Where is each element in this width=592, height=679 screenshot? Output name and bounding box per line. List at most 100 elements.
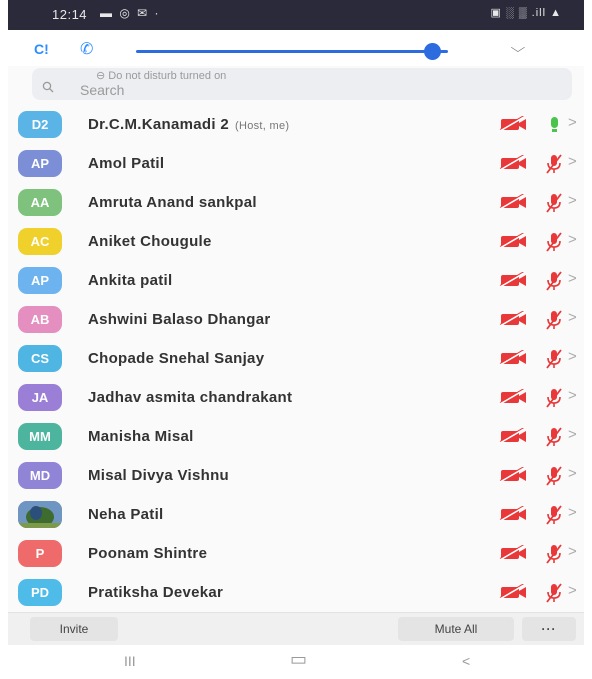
bottom-action-bar: Invite Mute All ··· <box>8 612 584 645</box>
mic-muted-icon <box>544 192 564 219</box>
chevron-right-icon[interactable]: > <box>568 465 577 482</box>
chevron-right-icon[interactable]: > <box>568 231 577 248</box>
mute-all-button[interactable]: Mute All <box>398 617 514 641</box>
recents-button[interactable]: III <box>124 653 136 669</box>
avatar: AP <box>18 150 62 177</box>
chevron-right-icon[interactable]: > <box>568 582 577 599</box>
participant-name: Ankita patil <box>88 272 172 289</box>
participant-row[interactable]: AP Amol Patil > <box>8 144 584 183</box>
participant-name-text: Ashwini Balaso Dhangar <box>88 311 271 328</box>
chevron-right-icon[interactable]: > <box>568 348 577 365</box>
participant-row[interactable]: P Poonam Shintre > <box>8 534 584 573</box>
participant-row[interactable]: MD Misal Divya Vishnu > <box>8 456 584 495</box>
participant-name-text: Amol Patil <box>88 155 165 172</box>
video-off-icon <box>498 232 528 254</box>
search-input[interactable] <box>80 82 280 98</box>
participant-row[interactable]: PD Pratiksha Devekar > <box>8 573 584 612</box>
video-off-icon <box>498 193 528 215</box>
home-button[interactable]: ▭ <box>290 649 307 670</box>
participant-name-text: Neha Patil <box>88 506 164 523</box>
avatar: AC <box>18 228 62 255</box>
participant-row[interactable]: AA Amruta Anand sankpal > <box>8 183 584 222</box>
mic-muted-icon <box>544 348 564 375</box>
mic-muted-icon <box>544 582 564 609</box>
notification-icons: ▬ ◎ ✉ · <box>100 6 161 20</box>
back-button[interactable]: < <box>462 653 470 669</box>
chevron-right-icon[interactable]: > <box>568 426 577 443</box>
chevron-right-icon[interactable]: > <box>568 114 577 131</box>
participant-row[interactable]: D2 Dr.C.M.Kanamadi 2 (Host, me) > <box>8 105 584 144</box>
participant-name: Manisha Misal <box>88 428 194 445</box>
avatar-photo <box>18 501 62 528</box>
phone-icon: ✆ <box>80 41 94 58</box>
participant-name-text: Manisha Misal <box>88 428 194 445</box>
participant-name: Chopade Snehal Sanjay <box>88 350 264 367</box>
participant-name-text: Pratiksha Devekar <box>88 584 224 601</box>
notification-shade[interactable]: C! ✆ ⌵ <box>8 30 584 66</box>
participant-name: Amruta Anand sankpal <box>88 194 257 211</box>
host-tag: (Host, me) <box>234 120 290 132</box>
video-off-icon <box>498 427 528 449</box>
participant-row[interactable]: Neha Patil > <box>8 495 584 534</box>
participant-row[interactable]: AC Aniket Chougule > <box>8 222 584 261</box>
participant-row[interactable]: JA Jadhav asmita chandrakant > <box>8 378 584 417</box>
video-off-icon <box>498 544 528 566</box>
mic-muted-icon <box>544 504 564 531</box>
participant-name-text: Dr.C.M.Kanamadi 2 <box>88 116 229 133</box>
avatar: AA <box>18 189 62 216</box>
avatar: CS <box>18 345 62 372</box>
chevron-right-icon[interactable]: > <box>568 270 577 287</box>
participant-name: Amol Patil <box>88 155 164 172</box>
video-off-icon <box>498 349 528 371</box>
avatar: MM <box>18 423 62 450</box>
brightness-slider-track[interactable] <box>136 50 448 53</box>
brightness-slider-thumb[interactable] <box>424 43 441 60</box>
participant-row[interactable]: MM Manisha Misal > <box>8 417 584 456</box>
search-icon <box>42 81 56 96</box>
avatar: AB <box>18 306 62 333</box>
chevron-right-icon[interactable]: > <box>568 504 577 521</box>
avatar: PD <box>18 579 62 606</box>
video-off-icon <box>498 115 528 137</box>
participant-list: D2 Dr.C.M.Kanamadi 2 (Host, me) > AP Amol Pat… <box>8 105 584 612</box>
chevron-right-icon[interactable]: > <box>568 309 577 326</box>
mic-muted-icon <box>544 543 564 570</box>
participant-name: Dr.C.M.Kanamadi 2 (Host, me) <box>88 116 289 133</box>
mic-on-icon <box>544 114 564 141</box>
invite-button[interactable]: Invite <box>30 617 118 641</box>
dnd-text: Do not disturb turned on <box>108 70 227 82</box>
participant-name-text: Amruta Anand sankpal <box>88 194 257 211</box>
chevron-right-icon[interactable]: > <box>568 387 577 404</box>
chevron-right-icon[interactable]: > <box>568 543 577 560</box>
participant-row[interactable]: AP Ankita patil > <box>8 261 584 300</box>
video-off-icon <box>498 466 528 488</box>
chevron-down-icon[interactable]: ⌵ <box>511 40 526 56</box>
participant-name: Ashwini Balaso Dhangar <box>88 311 270 328</box>
screenshot-border-right <box>584 0 592 679</box>
status-time: 12:14 <box>52 7 88 22</box>
chevron-right-icon[interactable]: > <box>568 192 577 209</box>
participant-name-text: Misal Divya Vishnu <box>88 467 230 484</box>
search-bar[interactable]: ⊖ Do not disturb turned on <box>32 68 572 100</box>
mic-muted-icon <box>544 270 564 297</box>
status-bar: 12:14 ▬ ◎ ✉ · ▣ ░ ▒ .ill ▲ <box>8 0 584 30</box>
participant-name-text: Aniket Chougule <box>88 233 212 250</box>
video-off-icon <box>498 271 528 293</box>
video-off-icon <box>498 154 528 176</box>
more-options-button[interactable]: ··· <box>522 617 576 641</box>
participant-name: Misal Divya Vishnu <box>88 467 229 484</box>
mic-muted-icon <box>544 426 564 453</box>
system-icons: ▣ ░ ▒ .ill ▲ <box>490 7 562 19</box>
participant-row[interactable]: AB Ashwini Balaso Dhangar > <box>8 300 584 339</box>
android-nav-bar: III ▭ < <box>8 645 584 679</box>
participant-row[interactable]: CS Chopade Snehal Sanjay > <box>8 339 584 378</box>
chevron-right-icon[interactable]: > <box>568 153 577 170</box>
mic-muted-icon <box>544 309 564 336</box>
participant-name: Neha Patil <box>88 506 164 523</box>
participant-name-text: Jadhav asmita chandrakant <box>88 389 293 406</box>
screenshot-border-left <box>0 0 8 679</box>
avatar: MD <box>18 462 62 489</box>
participant-name: Aniket Chougule <box>88 233 212 250</box>
participant-name: Jadhav asmita chandrakant <box>88 389 292 406</box>
mic-muted-icon <box>544 231 564 258</box>
